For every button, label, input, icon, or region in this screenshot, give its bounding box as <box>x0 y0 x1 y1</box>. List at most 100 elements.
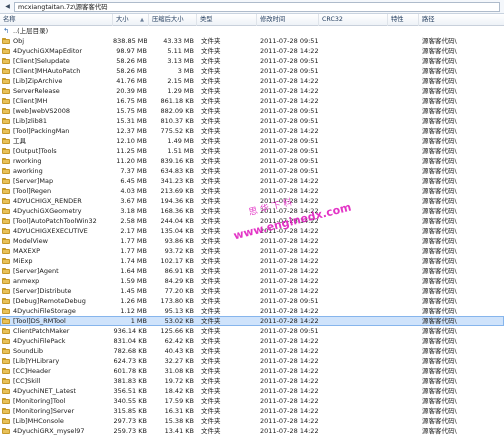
table-row[interactable]: 4DyuchiNET_Latest 356.51 KB 18.42 KB 文件夹 201… <box>0 386 504 396</box>
table-row[interactable]: MiExp 1.74 MB 102.17 KB 文件夹 2011-07-28 14:22… <box>0 256 504 266</box>
address-path-input[interactable]: mcxiangtaitan.7z\源客客代码 <box>14 1 500 12</box>
file-size: 98.97 MB <box>116 47 147 55</box>
crc-value <box>320 146 388 156</box>
attributes <box>389 356 419 366</box>
table-row[interactable]: [Monitoring]Tool 340.55 KB 17.59 KB 文件夹 2011… <box>0 396 504 406</box>
file-size: 356.51 KB <box>113 387 147 395</box>
table-row[interactable]: anmexp 1.59 MB 84.29 KB 文件夹 2011-07-28 14:22… <box>0 276 504 286</box>
table-row[interactable]: ServerRelease 20.39 MB 1.29 MB 文件夹 2011-07-2… <box>0 86 504 96</box>
table-row[interactable]: 4DyuchiFileStorage 1.12 MB 95.13 KB 文件夹 2011… <box>0 306 504 316</box>
table-row[interactable]: MAXEXP 1.77 MB 93.72 KB 文件夹 2011-07-28 14:22… <box>0 246 504 256</box>
file-name-cell: [Tool]AutoPatchToolWin32 <box>2 216 112 226</box>
file-path: 源客客代码\ <box>422 197 457 205</box>
table-row[interactable]: [web]webVS2008 15.75 MB 882.09 KB 文件夹 2011-0… <box>0 106 504 116</box>
table-row[interactable]: [Tool]DS_RMTool 1 MB 53.02 KB 文件夹 2011-07-28… <box>0 316 504 326</box>
table-row[interactable]: [Lib]YHLibrary 624.73 KB 32.27 KB 文件夹 2011-0… <box>0 356 504 366</box>
column-type-label: 类型 <box>200 16 213 23</box>
table-row[interactable]: [Client]Selupdate 58.26 MB 3.13 MB 文件夹 2011-… <box>0 56 504 66</box>
attributes <box>389 266 419 276</box>
file-name: ModelView <box>13 237 48 245</box>
parent-folder-row[interactable]: ↰ ..(上层目录) <box>0 26 504 36</box>
table-row[interactable]: aworking 7.37 MB 634.83 KB 文件夹 2011-07-28 09… <box>0 166 504 176</box>
table-row[interactable]: [Debug]RemoteDebug 1.26 MB 173.80 KB 文件夹 201… <box>0 296 504 306</box>
table-row[interactable]: [Server]Map 6.45 MB 341.23 KB 文件夹 2011-07-28… <box>0 176 504 186</box>
table-row[interactable]: [Lib]zlib81 15.31 MB 810.37 KB 文件夹 2011-07-2… <box>0 116 504 126</box>
file-size: 3.67 MB <box>120 197 147 205</box>
folder-icon <box>2 358 10 364</box>
attributes <box>389 416 419 426</box>
file-name: [CC]Skill <box>13 377 41 385</box>
folder-icon <box>2 428 10 434</box>
table-row[interactable]: rworking 11.20 MB 839.16 KB 文件夹 2011-07-28 0… <box>0 156 504 166</box>
file-path: 源客客代码\ <box>422 257 457 265</box>
file-size: 15.75 MB <box>116 107 147 115</box>
table-row[interactable]: [Lib]MHConsole 297.73 KB 15.38 KB 文件夹 2011-0… <box>0 416 504 426</box>
file-size: 58.26 MB <box>116 67 147 75</box>
crc-value <box>320 406 388 416</box>
column-attributes-label: 特性 <box>391 16 404 23</box>
table-row[interactable]: [Tool]Regen 4.03 MB 213.69 KB 文件夹 2011-07-28… <box>0 186 504 196</box>
packed-size: 17.59 KB <box>164 397 194 405</box>
file-path: 源客客代码\ <box>422 77 457 85</box>
file-type: 文件夹 <box>201 57 221 65</box>
column-header-type[interactable]: 类型 <box>197 14 257 26</box>
table-row[interactable]: SoundLib 782.68 KB 40.43 KB 文件夹 2011-07-28 1… <box>0 346 504 356</box>
table-row[interactable]: 4DyuchiGRX_mysel97 259.73 KB 13.41 KB 文件夹 20… <box>0 426 504 436</box>
file-size: 1.77 MB <box>120 237 147 245</box>
column-name-label: 名称 <box>3 16 16 23</box>
file-type: 文件夹 <box>201 377 221 385</box>
attributes <box>389 46 419 56</box>
modified-time: 2011-07-28 14:22:... <box>260 177 318 185</box>
table-row[interactable]: [CC]Skill 381.83 KB 19.72 KB 文件夹 2011-07-28 … <box>0 376 504 386</box>
column-header-attributes[interactable]: 特性 <box>388 14 419 26</box>
file-path: 源客客代码\ <box>422 97 457 105</box>
folder-icon <box>2 168 10 174</box>
file-name-cell: 4DYUCHIGX_RENDER <box>2 196 112 206</box>
table-row[interactable]: Obj 838.85 MB 43.33 MB 文件夹 2011-07-28 09:51:… <box>0 36 504 46</box>
file-name-cell: [Lib]zlib81 <box>2 116 112 126</box>
file-path: 源客客代码\ <box>422 137 457 145</box>
file-type: 文件夹 <box>201 37 221 45</box>
file-type: 文件夹 <box>201 277 221 285</box>
table-row[interactable]: [Monitoring]Server 315.85 KB 16.31 KB 文件夹 20… <box>0 406 504 416</box>
file-path: 源客客代码\ <box>422 177 457 185</box>
packed-size: 1.49 MB <box>167 137 194 145</box>
table-row[interactable]: ClientPatchMaker 936.14 KB 125.66 KB 文件夹 201… <box>0 326 504 336</box>
packed-size: 173.80 KB <box>160 297 194 305</box>
table-row[interactable]: [Client]MHAutoPatch 58.26 MB 3 MB 文件夹 2011-0… <box>0 66 504 76</box>
table-row[interactable]: [Client]MH 16.75 MB 861.18 KB 文件夹 2011-07-28… <box>0 96 504 106</box>
file-size: 3.18 MB <box>120 207 147 215</box>
column-header-path[interactable]: 路径 <box>419 14 504 26</box>
folder-icon <box>2 308 10 314</box>
packed-size: 194.36 KB <box>160 197 194 205</box>
table-row[interactable]: [Server]Agent 1.64 MB 86.91 KB 文件夹 2011-07-2… <box>0 266 504 276</box>
attributes <box>389 96 419 106</box>
table-row[interactable]: 4DyuchiGXMapEditor 98.97 MB 5.11 MB 文件夹 2011… <box>0 46 504 56</box>
table-row[interactable]: [Lib]ZipArchive 41.76 MB 2.15 MB 文件夹 2011-07… <box>0 76 504 86</box>
column-header-name[interactable]: 名称 <box>0 14 113 26</box>
folder-icon <box>2 318 10 324</box>
table-row[interactable]: [CC]Header 601.78 KB 31.08 KB 文件夹 2011-07-28… <box>0 366 504 376</box>
table-row[interactable]: 4DyuchiFilePack 831.04 KB 62.42 KB 文件夹 2011-… <box>0 336 504 346</box>
folder-icon <box>2 98 10 104</box>
table-row[interactable]: [Server]Distribute 1.45 MB 77.20 KB 文件夹 2011… <box>0 286 504 296</box>
attributes <box>389 386 419 396</box>
crc-value <box>320 416 388 426</box>
column-header-modified[interactable]: 修改时间 <box>257 14 319 26</box>
crc-value <box>320 286 388 296</box>
attributes <box>389 396 419 406</box>
column-header-crc[interactable]: CRC32 <box>319 14 388 26</box>
file-name-cell: aworking <box>2 166 112 176</box>
table-row[interactable]: [Output]Tools 11.25 MB 1.51 MB 文件夹 2011-07-2… <box>0 146 504 156</box>
file-name: 4DyuchiGXMapEditor <box>13 47 83 55</box>
folder-icon <box>2 238 10 244</box>
column-header-packed-size[interactable]: 压缩后大小 <box>149 14 197 26</box>
folder-icon <box>2 338 10 344</box>
column-header-size[interactable]: 大小 ▲ <box>113 14 149 26</box>
folder-icon <box>2 158 10 164</box>
file-size: 624.73 KB <box>113 357 147 365</box>
table-row[interactable]: [Tool]PackingMan 12.37 MB 775.52 KB 文件夹 2011… <box>0 126 504 136</box>
table-row[interactable]: 工具 12.10 MB 1.49 MB 文件夹 2011-07-28 09:51:...… <box>0 136 504 146</box>
modified-time: 2011-07-28 09:51:... <box>260 137 318 145</box>
back-arrow-icon[interactable]: ◀ <box>2 2 13 12</box>
